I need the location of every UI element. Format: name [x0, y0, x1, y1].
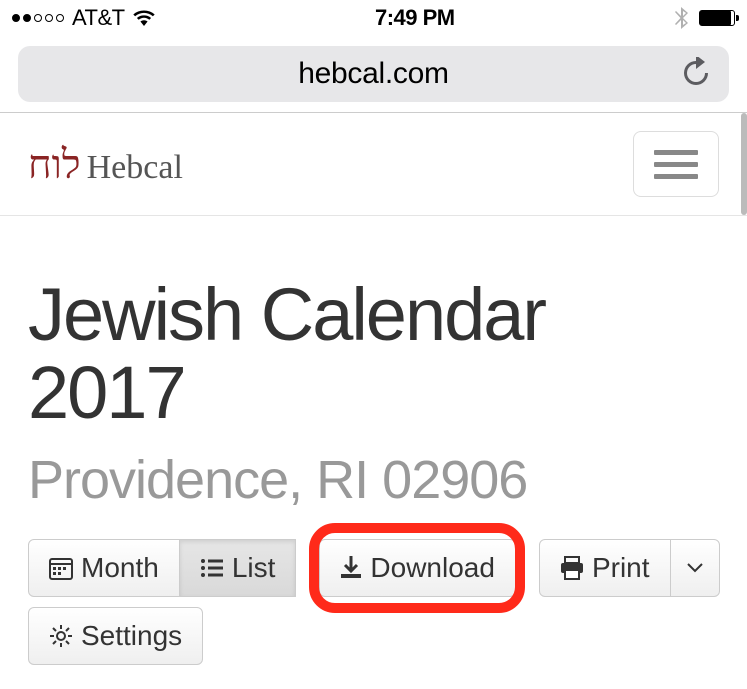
gear-icon — [49, 624, 73, 648]
list-icon — [200, 556, 224, 580]
brand-logo[interactable]: לוח Hebcal — [28, 141, 183, 188]
status-left: AT&T — [12, 5, 155, 31]
url-display: hebcal.com — [298, 57, 448, 91]
battery-icon — [699, 10, 735, 26]
location-subtitle: Providence, RI 02906 — [28, 449, 719, 511]
site-header: לוח Hebcal — [0, 113, 747, 216]
brand-hebrew-text: לוח — [28, 141, 81, 188]
menu-toggle-button[interactable] — [633, 131, 719, 197]
caret-down-icon — [687, 563, 703, 573]
scroll-indicator — [741, 113, 747, 215]
clock-label: 7:49 PM — [375, 5, 455, 31]
download-icon — [340, 556, 362, 580]
carrier-label: AT&T — [72, 5, 125, 31]
url-bar[interactable]: hebcal.com — [18, 46, 729, 102]
signal-dots-icon — [12, 14, 64, 22]
print-icon — [560, 556, 584, 580]
list-label: List — [232, 552, 276, 584]
ios-status-bar: AT&T 7:49 PM — [0, 0, 747, 36]
print-dropdown-button[interactable] — [670, 539, 720, 597]
wifi-icon — [133, 10, 155, 26]
month-label: Month — [81, 552, 159, 584]
download-label: Download — [370, 552, 495, 584]
list-view-button[interactable]: List — [179, 539, 297, 597]
browser-chrome: hebcal.com — [0, 36, 747, 112]
brand-name-text: Hebcal — [87, 149, 183, 187]
print-button[interactable]: Print — [539, 539, 671, 597]
calendar-icon — [49, 556, 73, 580]
print-label: Print — [592, 552, 650, 584]
view-toolbar-row2: Settings — [28, 607, 719, 665]
download-highlight: Download — [319, 539, 515, 597]
download-button[interactable]: Download — [319, 539, 516, 597]
reload-icon[interactable] — [681, 57, 711, 91]
page-title: Jewish Calendar 2017 — [28, 276, 719, 431]
hamburger-icon — [654, 150, 698, 155]
bluetooth-icon — [675, 7, 689, 29]
main-content: Jewish Calendar 2017 Providence, RI 0290… — [0, 216, 747, 665]
month-view-button[interactable]: Month — [28, 539, 180, 597]
settings-button[interactable]: Settings — [28, 607, 203, 665]
settings-label: Settings — [81, 620, 182, 652]
view-toolbar: Month List Download Print — [28, 539, 719, 597]
status-right — [675, 7, 735, 29]
